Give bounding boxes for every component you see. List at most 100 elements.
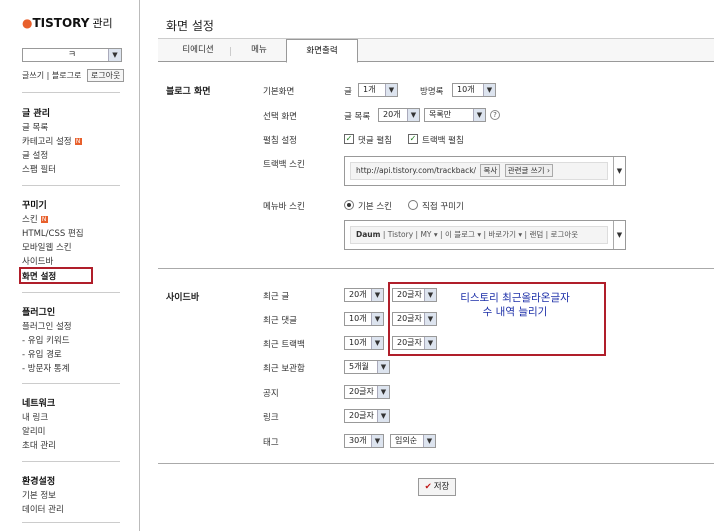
save-label: 저장 xyxy=(433,482,450,492)
top-links: 글쓰기 | 블로그로 로그아웃 xyxy=(22,69,125,82)
section-divider xyxy=(158,463,714,464)
recent-posts-count-select[interactable]: 20개 ▼ xyxy=(344,288,384,302)
blog-home-link[interactable]: 블로그로 xyxy=(52,71,81,80)
highlight-box xyxy=(19,267,93,284)
sidebar-item-inflow-path[interactable]: - 유입 경로 xyxy=(22,348,62,360)
tistory-mark-icon: ● xyxy=(22,16,33,30)
select-value: 10개 xyxy=(349,338,367,347)
menubar-item-daum: Daum xyxy=(356,230,381,239)
menubar-item-tistory: Tistory xyxy=(387,230,414,239)
select-value: 20개 xyxy=(349,290,367,299)
menubar-item-shortcut: 바로가기 ▾ xyxy=(488,230,523,239)
list-label: 글 목록 xyxy=(344,112,371,122)
menubar-item-this-blog: 이 블로그 ▾ xyxy=(444,230,482,239)
list-mode-select[interactable]: 목록만 ▼ xyxy=(424,108,486,122)
divider xyxy=(22,92,120,93)
link-length-select[interactable]: 20글자 ▼ xyxy=(344,409,390,423)
section-title-posts: 글 관리 xyxy=(22,109,50,119)
list-count-select[interactable]: 20개 ▼ xyxy=(378,108,420,122)
sidebar-item-html-css[interactable]: HTML/CSS 편집 xyxy=(22,227,84,239)
tag-count-select[interactable]: 30개 ▼ xyxy=(344,434,384,448)
sidebar-item-inflow-keywords[interactable]: - 유입 키워드 xyxy=(22,334,70,346)
trackback-skin-select[interactable]: http://api.tistory.com/trackback/ 복사 관련글… xyxy=(344,156,626,186)
sidebar-item-sidebar[interactable]: 사이드바 xyxy=(22,255,53,267)
trackback-skin-label: 트랙백 스킨 xyxy=(263,160,305,170)
menubar-skin-label: 메뉴바 스킨 xyxy=(263,202,305,212)
select-value: 1개 xyxy=(363,85,376,94)
recent-archive-select[interactable]: 5개월 ▼ xyxy=(344,360,390,374)
blog-select[interactable]: ㅋ ▼ xyxy=(22,48,122,62)
tab-t-edition[interactable]: 티에디션 xyxy=(168,39,228,62)
post-count-select[interactable]: 1개 ▼ xyxy=(358,83,398,97)
tag-order-select[interactable]: 임의순 ▼ xyxy=(390,434,436,448)
tag-label: 태그 xyxy=(263,438,279,448)
annotation-line: 수 내역 늘리기 xyxy=(482,306,548,318)
tab-bar: 티에디션 메뉴 화면출력 xyxy=(158,38,714,63)
select-value: 20글자 xyxy=(349,387,374,396)
guestbook-count-select[interactable]: 10개 ▼ xyxy=(452,83,496,97)
section-title-network: 네트워크 xyxy=(22,399,56,409)
sidebar-item-my-links[interactable]: 내 링크 xyxy=(22,411,48,423)
select-value: 30개 xyxy=(349,436,367,445)
divider xyxy=(22,383,120,384)
sidebar-item-post-list[interactable]: 글 목록 xyxy=(22,121,48,133)
chevron-down-icon: ▼ xyxy=(473,109,485,121)
trackback-fold-checkbox[interactable]: ✓ xyxy=(408,134,418,144)
menubar-custom-radio[interactable] xyxy=(408,200,418,210)
sidebar-item-basic-info[interactable]: 기본 정보 xyxy=(22,489,56,501)
recent-trackbacks-label: 최근 트랙백 xyxy=(263,340,305,350)
default-screen-label: 기본화면 xyxy=(263,87,295,97)
sidebar-item-visitor-stats[interactable]: - 방문자 통계 xyxy=(22,362,70,374)
chevron-down-icon: ▼ xyxy=(371,435,383,447)
sidebar-item-notifier[interactable]: 알리미 xyxy=(22,425,45,437)
chevron-down-icon: ▼ xyxy=(483,84,495,96)
select-screen-label: 선택 화면 xyxy=(263,112,297,122)
menubar-item-my: MY ▾ xyxy=(420,230,438,239)
sidebar-item-spam-filter[interactable]: 스팸 필터 xyxy=(22,163,56,175)
menubar-preview: Daum | Tistory | MY ▾ | 이 블로그 ▾ | 바로가기 ▾… xyxy=(350,226,608,244)
sidebar-item-plugin-settings[interactable]: 플러그인 설정 xyxy=(22,320,72,332)
save-button[interactable]: ✔ 저장 xyxy=(418,478,456,496)
select-value: 20글자 xyxy=(349,411,374,420)
chevron-down-icon: ▼ xyxy=(385,84,397,96)
tab-menu[interactable]: 메뉴 xyxy=(234,39,284,62)
notice-length-select[interactable]: 20글자 ▼ xyxy=(344,385,390,399)
select-value: 20개 xyxy=(383,110,401,119)
sidebar-item-data-management[interactable]: 데이터 관리 xyxy=(22,503,64,515)
trackback-fold-label: 트랙백 펼침 xyxy=(422,136,464,146)
sidebar-item-post-settings[interactable]: 글 설정 xyxy=(22,149,48,161)
menubar-skin-select[interactable]: Daum | Tistory | MY ▾ | 이 블로그 ▾ | 바로가기 ▾… xyxy=(344,220,626,250)
logo-text: TISTORY xyxy=(32,16,90,30)
sidebar-item-skin[interactable]: 스킨 N xyxy=(22,213,48,225)
tistory-logo[interactable]: ●TISTORY 관리 xyxy=(22,15,113,31)
trackback-skin-preview: http://api.tistory.com/trackback/ 복사 관련글… xyxy=(350,162,608,180)
check-icon: ✔ xyxy=(424,482,432,492)
menubar-item-logout: 로그아웃 xyxy=(550,230,579,239)
chevron-down-icon: ▼ xyxy=(377,361,389,373)
copy-chip: 복사 xyxy=(480,164,501,177)
recent-trackbacks-count-select[interactable]: 10개 ▼ xyxy=(344,336,384,350)
logo-sub: 관리 xyxy=(92,17,113,30)
logout-button[interactable]: 로그아웃 xyxy=(86,69,125,82)
link-label: 링크 xyxy=(263,413,279,423)
write-link[interactable]: 글쓰기 xyxy=(22,71,44,80)
sidebar-item-mobile-skin[interactable]: 모바일웹 스킨 xyxy=(22,241,72,253)
menubar-basic-radio[interactable] xyxy=(344,200,354,210)
sidebar-item-invites[interactable]: 초대 관리 xyxy=(22,439,56,451)
tab-screen-output[interactable]: 화면출력 xyxy=(286,39,358,63)
help-icon[interactable]: ? xyxy=(490,110,500,120)
section-title-design: 꾸미기 xyxy=(22,201,47,211)
sidebar-settings-label: 사이드바 xyxy=(166,293,200,303)
post-label: 글 xyxy=(344,87,352,97)
tab-divider xyxy=(230,47,231,56)
comment-fold-checkbox[interactable]: ✓ xyxy=(344,134,354,144)
sidebar-item-category[interactable]: 카테고리 설정 N xyxy=(22,135,82,147)
chevron-down-icon: ▼ xyxy=(377,386,389,398)
menubar-custom-label: 직접 꾸미기 xyxy=(422,202,464,212)
section-title-environment: 환경설정 xyxy=(22,477,56,487)
recent-comments-count-select[interactable]: 10개 ▼ xyxy=(344,312,384,326)
chevron-down-icon: ▼ xyxy=(371,337,383,349)
new-badge: N xyxy=(40,216,48,223)
chevron-down-icon: ▼ xyxy=(423,435,435,447)
chevron-down-icon: ▼ xyxy=(371,289,383,301)
